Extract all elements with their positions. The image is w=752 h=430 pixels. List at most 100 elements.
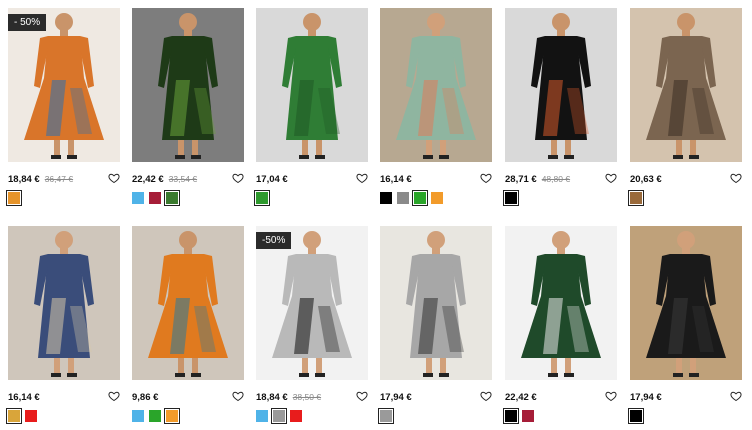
- color-swatch[interactable]: [164, 190, 180, 206]
- color-swatch[interactable]: [503, 408, 519, 424]
- product-card[interactable]: 17,94 €: [378, 226, 492, 424]
- product-card[interactable]: 20,63 €: [628, 8, 742, 206]
- color-swatch[interactable]: [378, 408, 394, 424]
- wishlist-heart-icon[interactable]: [356, 389, 368, 402]
- original-price: 33,54 €: [168, 174, 198, 184]
- color-swatch[interactable]: [522, 410, 534, 422]
- color-swatches: [6, 408, 120, 424]
- product-card[interactable]: 28,71 € 48,80 €: [503, 8, 617, 206]
- product-grid: - 50% 18,84 € 36,47 € 22,42 € 33,54 € 17,04…: [0, 0, 752, 430]
- color-swatches: [256, 408, 368, 424]
- product-card[interactable]: 17,94 €: [628, 226, 742, 424]
- color-swatch[interactable]: [256, 410, 268, 422]
- product-image[interactable]: [630, 226, 742, 380]
- product-card[interactable]: - 50% 18,84 € 36,47 €: [6, 8, 120, 206]
- color-swatch[interactable]: [628, 408, 644, 424]
- color-swatch[interactable]: [431, 192, 443, 204]
- color-swatch[interactable]: [6, 190, 22, 206]
- price-row: 22,42 €: [505, 388, 617, 406]
- wishlist-heart-icon[interactable]: [730, 389, 742, 402]
- color-swatch[interactable]: [149, 192, 161, 204]
- color-swatch[interactable]: [397, 192, 409, 204]
- price: 22,42 €: [132, 173, 164, 185]
- product-card[interactable]: 16,14 €: [6, 226, 120, 424]
- color-swatches: [380, 190, 492, 206]
- color-swatch[interactable]: [380, 192, 392, 204]
- product-image[interactable]: [8, 226, 120, 380]
- color-swatch[interactable]: [6, 408, 22, 424]
- product-image[interactable]: [256, 8, 368, 162]
- color-swatches: [503, 190, 617, 206]
- wishlist-heart-icon[interactable]: [232, 171, 244, 184]
- product-card[interactable]: -50% 18,84 € 38,50 €: [256, 226, 368, 424]
- product-image[interactable]: -50%: [256, 226, 368, 380]
- wishlist-heart-icon[interactable]: [480, 171, 492, 184]
- color-swatch[interactable]: [149, 410, 161, 422]
- color-swatch[interactable]: [271, 408, 287, 424]
- price: 17,04 €: [256, 173, 288, 185]
- price-row: 18,84 € 36,47 €: [8, 170, 120, 188]
- color-swatch[interactable]: [164, 408, 180, 424]
- color-swatches: [6, 190, 120, 206]
- product-card[interactable]: 22,42 €: [503, 226, 617, 424]
- price: 16,14 €: [380, 173, 412, 185]
- product-card[interactable]: 22,42 € 33,54 €: [132, 8, 244, 206]
- price-row: 17,94 €: [380, 388, 492, 406]
- price: 17,94 €: [380, 391, 412, 403]
- product-image[interactable]: [132, 226, 244, 380]
- color-swatches: [503, 408, 617, 424]
- price: 17,94 €: [630, 391, 662, 403]
- wishlist-heart-icon[interactable]: [108, 389, 120, 402]
- product-card[interactable]: 9,86 €: [132, 226, 244, 424]
- color-swatch[interactable]: [290, 410, 302, 422]
- product-image[interactable]: [630, 8, 742, 162]
- price-row: 18,84 € 38,50 €: [256, 388, 368, 406]
- color-swatch[interactable]: [132, 192, 144, 204]
- price-row: 16,14 €: [8, 388, 120, 406]
- color-swatch[interactable]: [132, 410, 144, 422]
- product-image[interactable]: [505, 226, 617, 380]
- wishlist-heart-icon[interactable]: [356, 171, 368, 184]
- price: 22,42 €: [505, 391, 537, 403]
- wishlist-heart-icon[interactable]: [232, 389, 244, 402]
- product-image[interactable]: - 50%: [8, 8, 120, 162]
- price-row: 16,14 €: [380, 170, 492, 188]
- original-price: 48,80 €: [541, 174, 571, 184]
- original-price: 36,47 €: [44, 174, 74, 184]
- color-swatches: [628, 408, 742, 424]
- price-row: 17,04 €: [256, 170, 368, 188]
- color-swatches: [254, 190, 368, 206]
- price: 20,63 €: [630, 173, 662, 185]
- color-swatch[interactable]: [628, 190, 644, 206]
- discount-badge: -50%: [256, 232, 292, 249]
- color-swatch[interactable]: [25, 410, 37, 422]
- price: 9,86 €: [132, 391, 159, 403]
- original-price: 38,50 €: [292, 392, 322, 402]
- product-image[interactable]: [132, 8, 244, 162]
- wishlist-heart-icon[interactable]: [605, 389, 617, 402]
- price: 28,71 €: [505, 173, 537, 185]
- price-row: 20,63 €: [630, 170, 742, 188]
- product-card[interactable]: 17,04 €: [254, 8, 368, 206]
- product-image[interactable]: [505, 8, 617, 162]
- color-swatch[interactable]: [254, 190, 270, 206]
- product-card[interactable]: 16,14 €: [380, 8, 492, 206]
- color-swatches: [628, 190, 742, 206]
- price-row: 17,94 €: [630, 388, 742, 406]
- price: 18,84 €: [8, 173, 40, 185]
- wishlist-heart-icon[interactable]: [480, 389, 492, 402]
- wishlist-heart-icon[interactable]: [730, 171, 742, 184]
- product-image[interactable]: [380, 226, 492, 380]
- price-row: 28,71 € 48,80 €: [505, 170, 617, 188]
- price: 18,84 €: [256, 391, 288, 403]
- color-swatch[interactable]: [503, 190, 519, 206]
- wishlist-heart-icon[interactable]: [108, 171, 120, 184]
- color-swatches: [378, 408, 492, 424]
- product-image[interactable]: [380, 8, 492, 162]
- wishlist-heart-icon[interactable]: [605, 171, 617, 184]
- price-row: 22,42 € 33,54 €: [132, 170, 244, 188]
- color-swatches: [132, 408, 244, 424]
- price: 16,14 €: [8, 391, 40, 403]
- color-swatches: [132, 190, 244, 206]
- color-swatch[interactable]: [412, 190, 428, 206]
